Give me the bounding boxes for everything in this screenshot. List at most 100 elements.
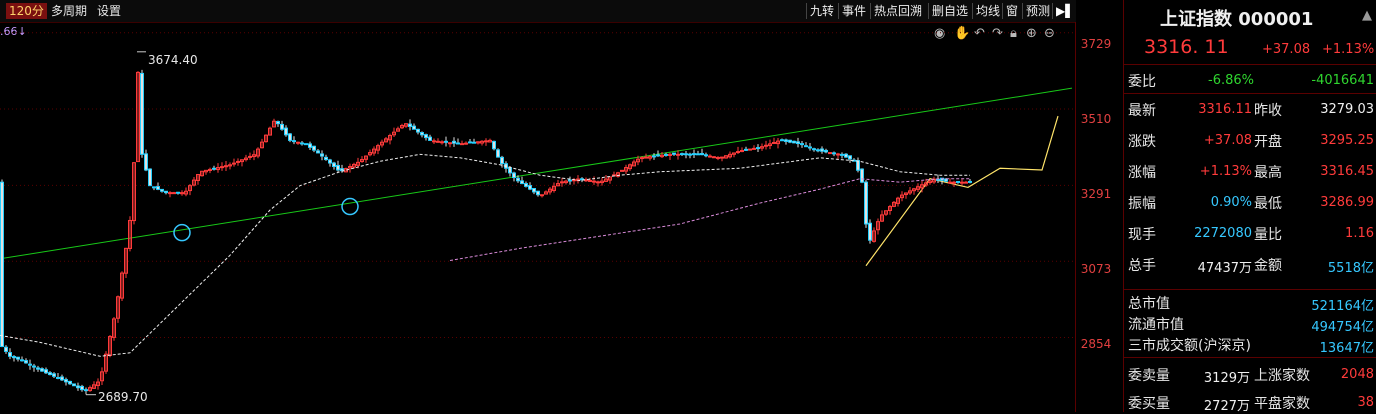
candle-body bbox=[296, 141, 300, 144]
candle-body bbox=[868, 222, 872, 241]
candle-body bbox=[12, 356, 16, 359]
candle-body bbox=[696, 153, 700, 156]
candle-body bbox=[756, 147, 760, 150]
quote-label: 昨收 bbox=[1254, 103, 1282, 119]
candle-body bbox=[492, 140, 496, 150]
candle-body bbox=[520, 180, 524, 185]
candle-body bbox=[340, 168, 344, 172]
candle-body bbox=[844, 153, 848, 158]
tab-window[interactable]: 窗 bbox=[1002, 3, 1021, 19]
candle-body bbox=[716, 156, 720, 159]
low-label: 2689.70 bbox=[98, 390, 148, 404]
candles bbox=[0, 51, 972, 396]
up-arrow-icon[interactable]: ▲ bbox=[1362, 8, 1372, 23]
candle-body bbox=[800, 143, 804, 146]
ma-lines bbox=[0, 153, 970, 357]
tab-moving-average[interactable]: 均线 bbox=[972, 3, 1003, 19]
candle-body bbox=[8, 352, 12, 357]
price-change: +37.08 bbox=[1262, 42, 1311, 57]
candle-body bbox=[596, 181, 600, 184]
touch-point-marker bbox=[173, 223, 191, 242]
candle-body bbox=[432, 140, 436, 143]
candle-body bbox=[656, 154, 660, 157]
candle-body bbox=[700, 153, 704, 156]
candle-body bbox=[468, 141, 472, 144]
candle-body bbox=[28, 363, 32, 366]
candle-body bbox=[508, 167, 512, 174]
settings-button[interactable]: 设置 bbox=[94, 3, 124, 19]
candle-body bbox=[176, 191, 180, 194]
candle-body bbox=[864, 181, 868, 225]
candle-body bbox=[220, 166, 224, 169]
candle-body bbox=[948, 181, 952, 184]
market-value: 494754亿 bbox=[1311, 320, 1374, 335]
candle-body bbox=[40, 368, 44, 372]
candle-body bbox=[232, 162, 236, 165]
candle-body bbox=[848, 155, 852, 160]
quote-label: 现手 bbox=[1128, 227, 1156, 243]
candle-body bbox=[588, 179, 592, 182]
candle-body bbox=[444, 140, 448, 143]
forecast-line bbox=[865, 115, 1059, 267]
candle-body bbox=[248, 155, 252, 158]
candle-body bbox=[680, 153, 684, 156]
candle-body bbox=[856, 160, 860, 171]
candle-body bbox=[964, 181, 968, 184]
quote-label: 涨跌 bbox=[1128, 134, 1156, 150]
candle-body bbox=[568, 179, 572, 182]
candle-body bbox=[336, 164, 340, 171]
candlestick-chart[interactable] bbox=[0, 22, 1076, 412]
candle-body bbox=[516, 177, 520, 182]
high-label: 3674.40 bbox=[148, 53, 198, 67]
order-label: 上涨家数 bbox=[1254, 368, 1310, 384]
quote-label: 最高 bbox=[1254, 165, 1282, 181]
candle-body bbox=[748, 148, 752, 151]
candle-body bbox=[24, 360, 28, 364]
candle-body bbox=[808, 146, 812, 149]
candle-body bbox=[56, 376, 60, 379]
candle-body bbox=[684, 153, 688, 156]
market-label: 总市值 bbox=[1128, 296, 1170, 312]
candle-body bbox=[652, 155, 656, 158]
candle-body bbox=[456, 142, 460, 145]
candle-body bbox=[412, 125, 416, 130]
candle-body bbox=[212, 167, 216, 170]
candle-body bbox=[300, 142, 304, 145]
period-selector[interactable]: 120分 bbox=[6, 3, 47, 19]
candle-body bbox=[236, 160, 240, 163]
market-value: 521164亿 bbox=[1311, 299, 1374, 314]
candle-body bbox=[712, 156, 716, 159]
candle-body bbox=[688, 153, 692, 156]
tab-hotspot-review[interactable]: 热点回溯 bbox=[870, 3, 925, 19]
trendline bbox=[0, 87, 1073, 260]
candle-body bbox=[780, 139, 784, 142]
tab-events[interactable]: 事件 bbox=[838, 3, 869, 19]
divider bbox=[1124, 357, 1376, 358]
last-price: 3316. 11 bbox=[1144, 36, 1229, 58]
axis-divider bbox=[1075, 22, 1076, 412]
divider bbox=[1124, 289, 1376, 290]
candle-body bbox=[692, 153, 696, 156]
quote-value: 3279.03 bbox=[1320, 102, 1374, 117]
quote-value: 0.90% bbox=[1210, 195, 1252, 210]
market-label: 三市成交额(沪深京) bbox=[1128, 338, 1251, 354]
tab-remove-favorite[interactable]: 删自选 bbox=[928, 3, 971, 19]
candle-body bbox=[84, 389, 88, 392]
tab-jiuzhuan[interactable]: 九转 bbox=[806, 3, 837, 19]
multi-period-button[interactable]: 多周期 bbox=[48, 3, 90, 19]
quote-label: 最低 bbox=[1254, 196, 1282, 212]
candle-body bbox=[452, 140, 456, 144]
candle-body bbox=[80, 385, 84, 391]
candle-body bbox=[144, 153, 148, 171]
order-value: 2048 bbox=[1340, 367, 1374, 382]
candle-body bbox=[424, 134, 428, 139]
candle-body bbox=[312, 145, 316, 151]
quote-label: 量比 bbox=[1254, 227, 1282, 243]
candle-body bbox=[44, 369, 48, 374]
candle-body bbox=[160, 188, 164, 192]
collapse-panel-icon[interactable]: ▶▌ bbox=[1052, 3, 1077, 19]
candle-body bbox=[168, 192, 172, 195]
candle-body bbox=[448, 142, 452, 145]
quote-label: 金额 bbox=[1254, 258, 1282, 274]
tab-forecast[interactable]: 预测 bbox=[1022, 3, 1053, 19]
